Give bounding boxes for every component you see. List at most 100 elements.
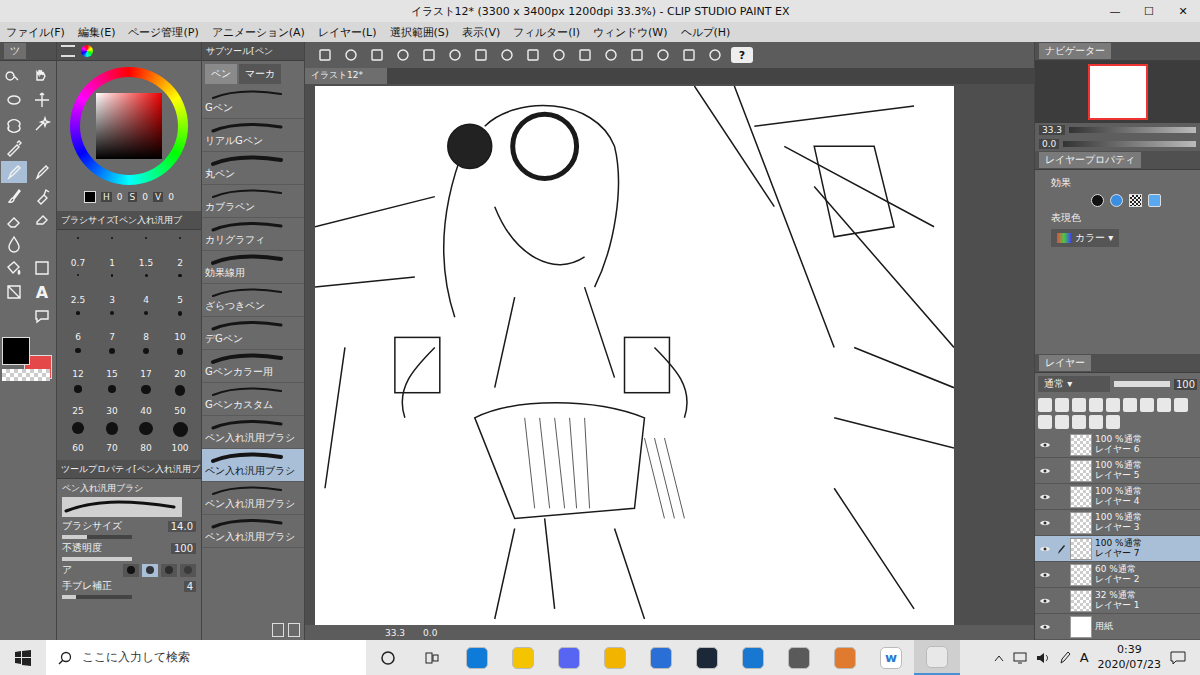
tool-button[interactable] [1,89,27,111]
layer-row[interactable]: 100 %通常 レイヤー 4 [1035,484,1200,510]
layer-row[interactable]: 100 %通常 レイヤー 7 [1035,536,1200,562]
volume-icon[interactable] [1036,652,1050,664]
brush-item[interactable]: カブラペン [202,185,304,218]
layer-tool-icon[interactable] [1055,415,1069,429]
eye-icon[interactable] [1038,467,1052,475]
layer-row[interactable]: 100 %通常 レイヤー 3 [1035,510,1200,536]
zoom-slider[interactable] [1069,127,1196,133]
pen-icon[interactable] [1059,651,1071,665]
eye-icon[interactable] [1038,441,1052,449]
menu-item[interactable]: 選択範囲(S) [390,25,450,40]
layer-tool-icon[interactable] [1123,398,1137,412]
canvas-zoom[interactable]: 33.3 [385,628,405,638]
start-button[interactable] [0,650,46,666]
navigator-angle[interactable]: 0.0 [1039,139,1059,149]
brush-item[interactable]: 効果線用 [202,251,304,284]
navigator-tab[interactable]: ナビゲーター [1039,43,1111,59]
tool-button[interactable] [1,185,27,207]
taskbar-app-button[interactable] [684,640,730,675]
layer-tool-icon[interactable] [1072,398,1086,412]
property-slider[interactable] [62,535,132,539]
brush-size-option[interactable]: 1.5 [129,234,163,271]
main-color-swatch[interactable] [2,337,30,365]
tool-button[interactable] [29,233,55,255]
taskbar-app-button[interactable] [592,640,638,675]
tool-button[interactable] [1,113,27,135]
property-slider[interactable] [62,595,132,599]
brush-size-option[interactable]: 60 [61,419,95,456]
brush-size-option[interactable]: 2.5 [61,271,95,308]
brush-item[interactable]: 丸ペン [202,152,304,185]
menu-item[interactable]: レイヤー(L) [318,25,377,40]
layer-row[interactable]: 60 %通常 レイヤー 2 [1035,562,1200,588]
canvas-paper[interactable] [315,86,954,625]
brush-size-option[interactable]: 0.7 [61,234,95,271]
layer-tool-icon[interactable] [1106,415,1120,429]
eye-icon[interactable] [1038,519,1052,527]
new-subtool-icon[interactable] [272,623,284,637]
taskbar-app-button[interactable] [730,640,776,675]
saturation-value-square[interactable] [96,93,162,159]
ime-indicator[interactable]: A [1080,650,1089,665]
eye-icon[interactable] [1038,623,1052,631]
layer-tool-icon[interactable] [1157,398,1171,412]
rotate-slider[interactable] [1063,141,1196,147]
transparent-swatch[interactable] [2,369,50,381]
command-icon[interactable] [523,45,543,65]
blend-mode-dropdown[interactable]: 通常 ▾ [1038,376,1110,392]
brush-item[interactable]: カリグラフィ [202,218,304,251]
brush-size-option[interactable]: 7 [95,308,129,345]
tool-button[interactable] [1,305,27,327]
brush-size-option[interactable]: 25 [61,382,95,419]
layer-tool-icon[interactable] [1038,398,1052,412]
taskbar-app-button[interactable] [638,640,684,675]
layer-row[interactable]: 100 %通常 レイヤー 6 [1035,432,1200,458]
taskbar-app-button[interactable]: w [868,640,914,675]
layer-tool-icon[interactable] [1072,415,1086,429]
effect-icon[interactable] [1148,194,1161,207]
taskbar-app-button[interactable] [776,640,822,675]
brush-size-option[interactable]: 100 [163,419,197,456]
menu-item[interactable]: 表示(V) [462,25,500,40]
sub-tool-tab[interactable]: マーカ [239,64,281,84]
tool-button[interactable] [29,113,55,135]
brush-item[interactable]: ざらつきペン [202,284,304,317]
antialias-option[interactable] [142,564,158,577]
tool-button[interactable] [29,137,55,159]
layer-tool-icon[interactable] [1038,415,1052,429]
layer-tool-icon[interactable] [1174,398,1188,412]
command-icon[interactable] [497,45,517,65]
brush-size-option[interactable]: 10 [163,308,197,345]
eye-icon[interactable] [1038,597,1052,605]
menu-item[interactable]: ウィンドウ(W) [593,25,667,40]
brush-size-option[interactable]: 4 [129,271,163,308]
antialias-option[interactable] [123,564,139,577]
tool-button[interactable] [29,185,55,207]
brush-size-option[interactable]: 80 [129,419,163,456]
property-value[interactable]: 4 [184,581,196,592]
brush-item[interactable]: デGペン [202,317,304,350]
layer-tool-icon[interactable] [1089,415,1103,429]
eye-icon[interactable] [1038,545,1052,553]
brush-size-option[interactable]: 5 [163,271,197,308]
delete-subtool-icon[interactable] [288,623,300,637]
canvas-angle[interactable]: 0.0 [423,628,437,638]
brush-size-option[interactable]: 20 [163,345,197,382]
property-value[interactable]: 100 [171,543,196,554]
antialias-option[interactable] [180,564,196,577]
command-icon[interactable] [393,45,413,65]
brush-item[interactable]: ペン入れ汎用ブラシ [202,515,304,548]
taskbar-app-button[interactable] [500,640,546,675]
command-icon[interactable] [679,45,699,65]
tool-button[interactable] [1,65,27,87]
brush-size-option[interactable]: 8 [129,308,163,345]
brush-size-option[interactable]: 40 [129,382,163,419]
menu-item[interactable]: フィルター(I) [513,25,580,40]
tool-button[interactable] [29,209,55,231]
tool-button[interactable] [29,65,55,87]
command-icon[interactable] [445,45,465,65]
layer-property-tab[interactable]: レイヤープロパティ [1039,152,1141,168]
menu-item[interactable]: ページ管理(P) [128,25,198,40]
brush-size-option[interactable]: 17 [129,345,163,382]
brush-size-option[interactable]: 30 [95,382,129,419]
